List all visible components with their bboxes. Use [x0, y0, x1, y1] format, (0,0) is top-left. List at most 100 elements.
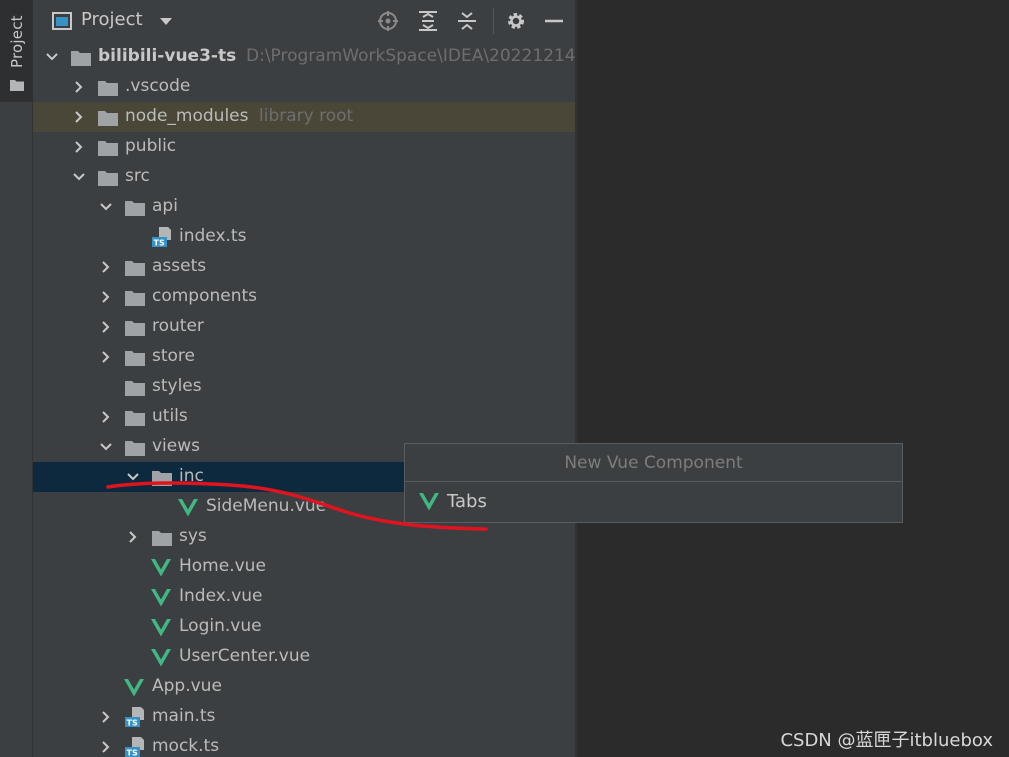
folder-icon: [125, 321, 145, 336]
panel-divider[interactable]: [575, 0, 577, 757]
new-vue-component-popup: New Vue Component Tabs: [404, 443, 903, 523]
tree-item-annotation: D:\ProgramWorkSpace\IDEA\20221214: [246, 46, 575, 66]
vue-file-icon: [124, 679, 144, 697]
folder-icon: [125, 291, 145, 306]
panel-title[interactable]: Project: [81, 9, 143, 30]
folder-icon: [10, 80, 24, 91]
popup-item-label: Tabs: [447, 491, 487, 512]
chevron-down-icon[interactable]: [45, 50, 59, 64]
tree-item-label: public: [125, 136, 177, 156]
tree-item-annotation: library root: [259, 106, 354, 126]
svg-text:TS: TS: [127, 719, 138, 728]
popup-item-tabs[interactable]: Tabs: [405, 483, 902, 522]
vue-icon: [419, 493, 439, 511]
watermark: CSDN @蓝匣子itbluebox: [780, 730, 993, 751]
header-separator: [493, 8, 494, 34]
tree-item-label: views: [152, 436, 201, 456]
chevron-right-icon[interactable]: [99, 710, 113, 724]
folder-icon: [125, 351, 145, 366]
chevron-right-icon[interactable]: [72, 140, 86, 154]
tree-row[interactable]: sys: [33, 522, 575, 552]
svg-text:TS: TS: [154, 239, 165, 248]
tree-item-label: SideMenu.vue: [206, 496, 327, 516]
tree-item-label: assets: [152, 256, 207, 276]
tree-row[interactable]: Index.vue: [33, 582, 575, 612]
folder-icon: [152, 531, 172, 546]
folder-icon: [152, 471, 172, 486]
popup-title: New Vue Component: [405, 444, 902, 482]
tree-item-label: main.ts: [152, 706, 216, 726]
tree-row[interactable]: router: [33, 312, 575, 342]
tree-row[interactable]: public: [33, 132, 575, 162]
tree-item-label: index.ts: [179, 226, 247, 246]
locate-icon[interactable]: [377, 10, 399, 32]
tree-row[interactable]: node_modules library root: [33, 102, 575, 132]
project-tool-tab[interactable]: Project: [0, 0, 33, 102]
tree-row[interactable]: Home.vue: [33, 552, 575, 582]
chevron-down-icon[interactable]: [72, 170, 86, 184]
vue-file-icon: [151, 649, 171, 667]
dropdown-caret-icon[interactable]: [159, 17, 173, 26]
typescript-file-icon: TS: [152, 227, 171, 248]
tree-row[interactable]: styles: [33, 372, 575, 402]
panel-header: Project: [33, 0, 575, 42]
tree-row[interactable]: Login.vue: [33, 612, 575, 642]
tree-row[interactable]: components: [33, 282, 575, 312]
folder-icon: [125, 381, 145, 396]
chevron-right-icon[interactable]: [99, 740, 113, 754]
folder-icon: [125, 261, 145, 276]
tree-row[interactable]: api: [33, 192, 575, 222]
tree-row[interactable]: .vscode: [33, 72, 575, 102]
folder-icon: [125, 441, 145, 456]
tree-row[interactable]: bilibili-vue3-ts D:\ProgramWorkSpace\IDEA…: [33, 42, 575, 72]
folder-icon: [125, 201, 145, 216]
tree-row[interactable]: TS index.ts: [33, 222, 575, 252]
tree-row[interactable]: src: [33, 162, 575, 192]
tree-row[interactable]: assets: [33, 252, 575, 282]
tree-item-label: Index.vue: [179, 586, 263, 606]
tree-item-label: node_modules: [125, 106, 249, 126]
tree-item-label: src: [125, 166, 150, 186]
chevron-right-icon[interactable]: [99, 320, 113, 334]
tree-item-label: styles: [152, 376, 202, 396]
project-tab-label: Project: [8, 15, 26, 68]
chevron-right-icon[interactable]: [99, 350, 113, 364]
tree-row[interactable]: TS main.ts: [33, 702, 575, 732]
tree-item-label: inc: [179, 466, 204, 486]
gear-icon[interactable]: [505, 10, 527, 32]
chevron-right-icon[interactable]: [126, 530, 140, 544]
chevron-down-icon[interactable]: [99, 440, 113, 454]
tree-row[interactable]: UserCenter.vue: [33, 642, 575, 672]
vue-file-icon: [151, 619, 171, 637]
tree-row[interactable]: App.vue: [33, 672, 575, 702]
tree-item-label: components: [152, 286, 258, 306]
minimize-icon[interactable]: [543, 10, 565, 32]
chevron-right-icon[interactable]: [99, 410, 113, 424]
vue-file-icon: [151, 559, 171, 577]
typescript-file-icon: TS: [125, 737, 144, 757]
tree-item-label: utils: [152, 406, 188, 426]
tree-item-label: store: [152, 346, 195, 366]
tree-item-label: bilibili-vue3-ts: [98, 46, 237, 66]
tree-item-label: api: [152, 196, 178, 216]
tree-row[interactable]: utils: [33, 402, 575, 432]
chevron-right-icon[interactable]: [72, 110, 86, 124]
expand-all-icon[interactable]: [417, 10, 439, 32]
tree-row[interactable]: TS mock.ts: [33, 732, 575, 757]
typescript-file-icon: TS: [125, 707, 144, 728]
chevron-down-icon[interactable]: [126, 470, 140, 484]
chevron-right-icon[interactable]: [72, 80, 86, 94]
chevron-right-icon[interactable]: [99, 260, 113, 274]
collapse-all-icon[interactable]: [456, 10, 478, 32]
folder-icon: [98, 171, 118, 186]
tree-item-label: .vscode: [125, 76, 191, 96]
chevron-down-icon[interactable]: [99, 200, 113, 214]
vue-file-icon: [178, 499, 198, 517]
folder-icon: [125, 411, 145, 426]
folder-icon: [98, 81, 118, 96]
tree-item-label: mock.ts: [152, 736, 220, 756]
chevron-right-icon[interactable]: [99, 290, 113, 304]
tree-item-label: router: [152, 316, 204, 336]
tree-row[interactable]: store: [33, 342, 575, 372]
tree-item-label: Login.vue: [179, 616, 262, 636]
